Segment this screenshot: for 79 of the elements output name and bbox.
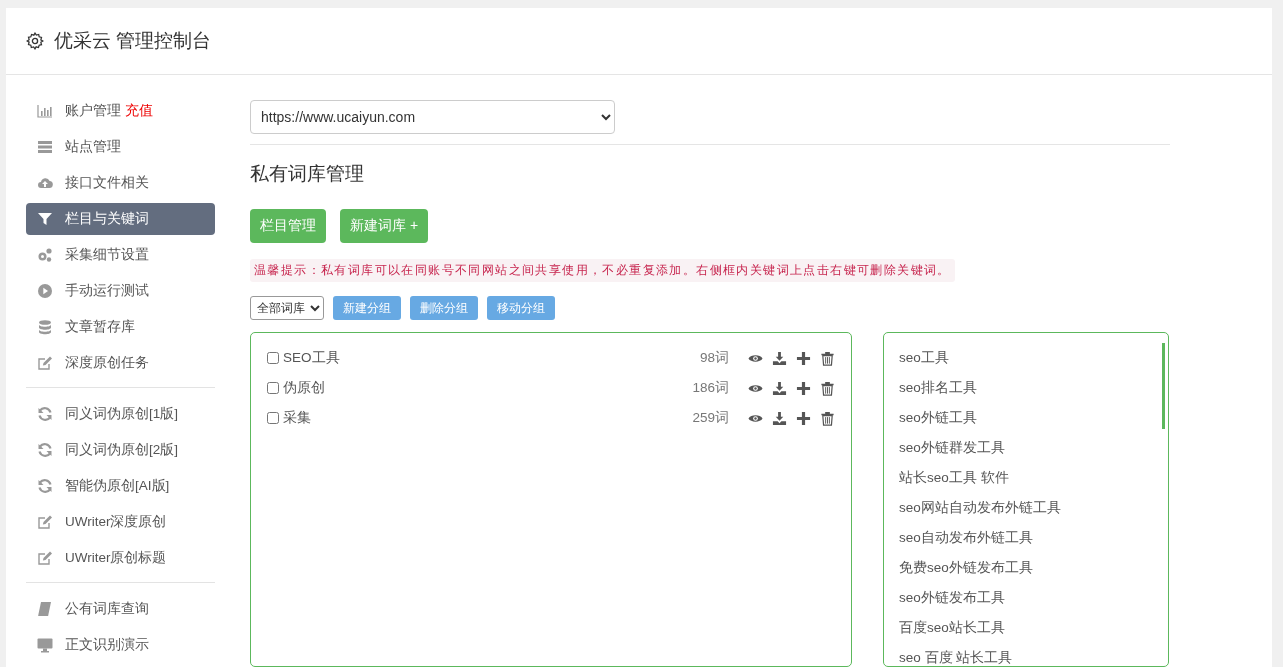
sidebar-label: 手动运行测试: [65, 282, 149, 300]
sidebar-item[interactable]: 接口文件相关: [26, 167, 215, 199]
delete-icon[interactable]: [820, 410, 835, 426]
sidebar-label: 公有词库查询: [65, 600, 149, 618]
sidebar-item[interactable]: 栏目与关键词: [26, 203, 215, 235]
sidebar-label: 接口文件相关: [65, 174, 149, 192]
keyword-item[interactable]: 百度seo站长工具: [899, 613, 1153, 643]
section-heading: 私有词库管理: [250, 162, 365, 186]
cloud-icon: [37, 175, 53, 191]
sidebar-label: 文章暂存库: [65, 318, 135, 336]
sidebar-label: UWriter深度原创: [65, 513, 167, 531]
sidebar-label: 同义词伪原创[2版]: [65, 441, 178, 459]
edit-icon: [37, 355, 53, 371]
server-icon: [37, 139, 53, 155]
group-name: 伪原创: [283, 379, 325, 397]
sidebar-item[interactable]: 同义词伪原创[1版]: [26, 398, 215, 430]
sidebar-label: 深度原创任务: [65, 354, 149, 372]
console-title: 优采云 管理控制台: [54, 29, 212, 53]
edit-icon: [37, 514, 53, 530]
sidebar-label: 采集细节设置: [65, 246, 149, 264]
delete-icon[interactable]: [820, 380, 835, 396]
group-filter-select[interactable]: 全部词库: [250, 296, 324, 320]
sidebar-item[interactable]: 账户管理 充值: [26, 95, 215, 127]
refresh-icon: [37, 478, 53, 494]
word-count: 98词: [699, 349, 729, 367]
word-count: 259词: [692, 409, 729, 427]
database-icon: [37, 319, 53, 335]
tip-text: 温馨提示：私有词库可以在同账号不同网站之间共享使用，不必重复添加。右侧框内关键词上点击右键可删除关键词。: [250, 259, 955, 282]
download-icon[interactable]: [772, 350, 787, 366]
sidebar-item[interactable]: 同义词伪原创[2版]: [26, 434, 215, 466]
monitor-icon: [37, 637, 53, 653]
sidebar-item[interactable]: 正文识别演示: [26, 629, 215, 661]
keyword-item[interactable]: seo 百度 站长工具: [899, 643, 1153, 667]
refresh-icon: [37, 442, 53, 458]
sidebar-item[interactable]: 深度原创任务: [26, 347, 215, 379]
delete-icon[interactable]: [820, 350, 835, 366]
sidebar-item[interactable]: UWriter原创标题: [26, 542, 215, 574]
group-checkbox[interactable]: [267, 352, 279, 364]
chart-icon: [37, 103, 53, 119]
sidebar-item[interactable]: 手动运行测试: [26, 275, 215, 307]
word-count: 186词: [692, 379, 729, 397]
download-icon[interactable]: [772, 410, 787, 426]
sidebar-item[interactable]: 站点管理: [26, 131, 215, 163]
sidebar-label: 账户管理: [65, 102, 121, 120]
download-icon[interactable]: [772, 380, 787, 396]
add-icon[interactable]: [796, 410, 811, 426]
keyword-item[interactable]: seo外链群发工具: [899, 433, 1153, 463]
keyword-item[interactable]: seo网站自动发布外链工具: [899, 493, 1153, 523]
site-select[interactable]: https://www.ucaiyun.com: [250, 100, 615, 134]
edit-icon: [37, 550, 53, 566]
sidebar-label: 栏目与关键词: [65, 210, 149, 228]
sidebar-label: 同义词伪原创[1版]: [65, 405, 178, 423]
play-icon: [37, 283, 53, 299]
refresh-icon: [37, 406, 53, 422]
sidebar-item[interactable]: UWriter深度原创: [26, 506, 215, 538]
keyword-item[interactable]: seo排名工具: [899, 373, 1153, 403]
sidebar-item[interactable]: 采集细节设置: [26, 239, 215, 271]
sidebar-label: 站点管理: [65, 138, 121, 156]
sidebar-item[interactable]: 智能伪原创[AI版]: [26, 470, 215, 502]
sidebar-label: 智能伪原创[AI版]: [65, 477, 170, 495]
add-icon[interactable]: [796, 350, 811, 366]
keyword-item[interactable]: seo自动发布外链工具: [899, 523, 1153, 553]
keyword-item[interactable]: seo工具: [899, 343, 1153, 373]
settings-icon: [26, 32, 44, 50]
keyword-item[interactable]: seo外链发布工具: [899, 583, 1153, 613]
keyword-item[interactable]: 免费seo外链发布工具: [899, 553, 1153, 583]
group-name: SEO工具: [283, 349, 340, 367]
sidebar-label: UWriter原创标题: [65, 549, 167, 567]
group-checkbox[interactable]: [267, 382, 279, 394]
group-checkbox[interactable]: [267, 412, 279, 424]
sidebar-item[interactable]: 文章暂存库: [26, 311, 215, 343]
keyword-item[interactable]: seo外链工具: [899, 403, 1153, 433]
add-icon[interactable]: [796, 380, 811, 396]
keyword-item[interactable]: 站长seo工具 软件: [899, 463, 1153, 493]
filter-icon: [37, 211, 53, 227]
sidebar-label: 正文识别演示: [65, 636, 149, 654]
group-name: 采集: [283, 409, 311, 427]
recharge-link[interactable]: 充值: [125, 102, 153, 120]
sidebar-item[interactable]: 公有词库查询: [26, 593, 215, 625]
